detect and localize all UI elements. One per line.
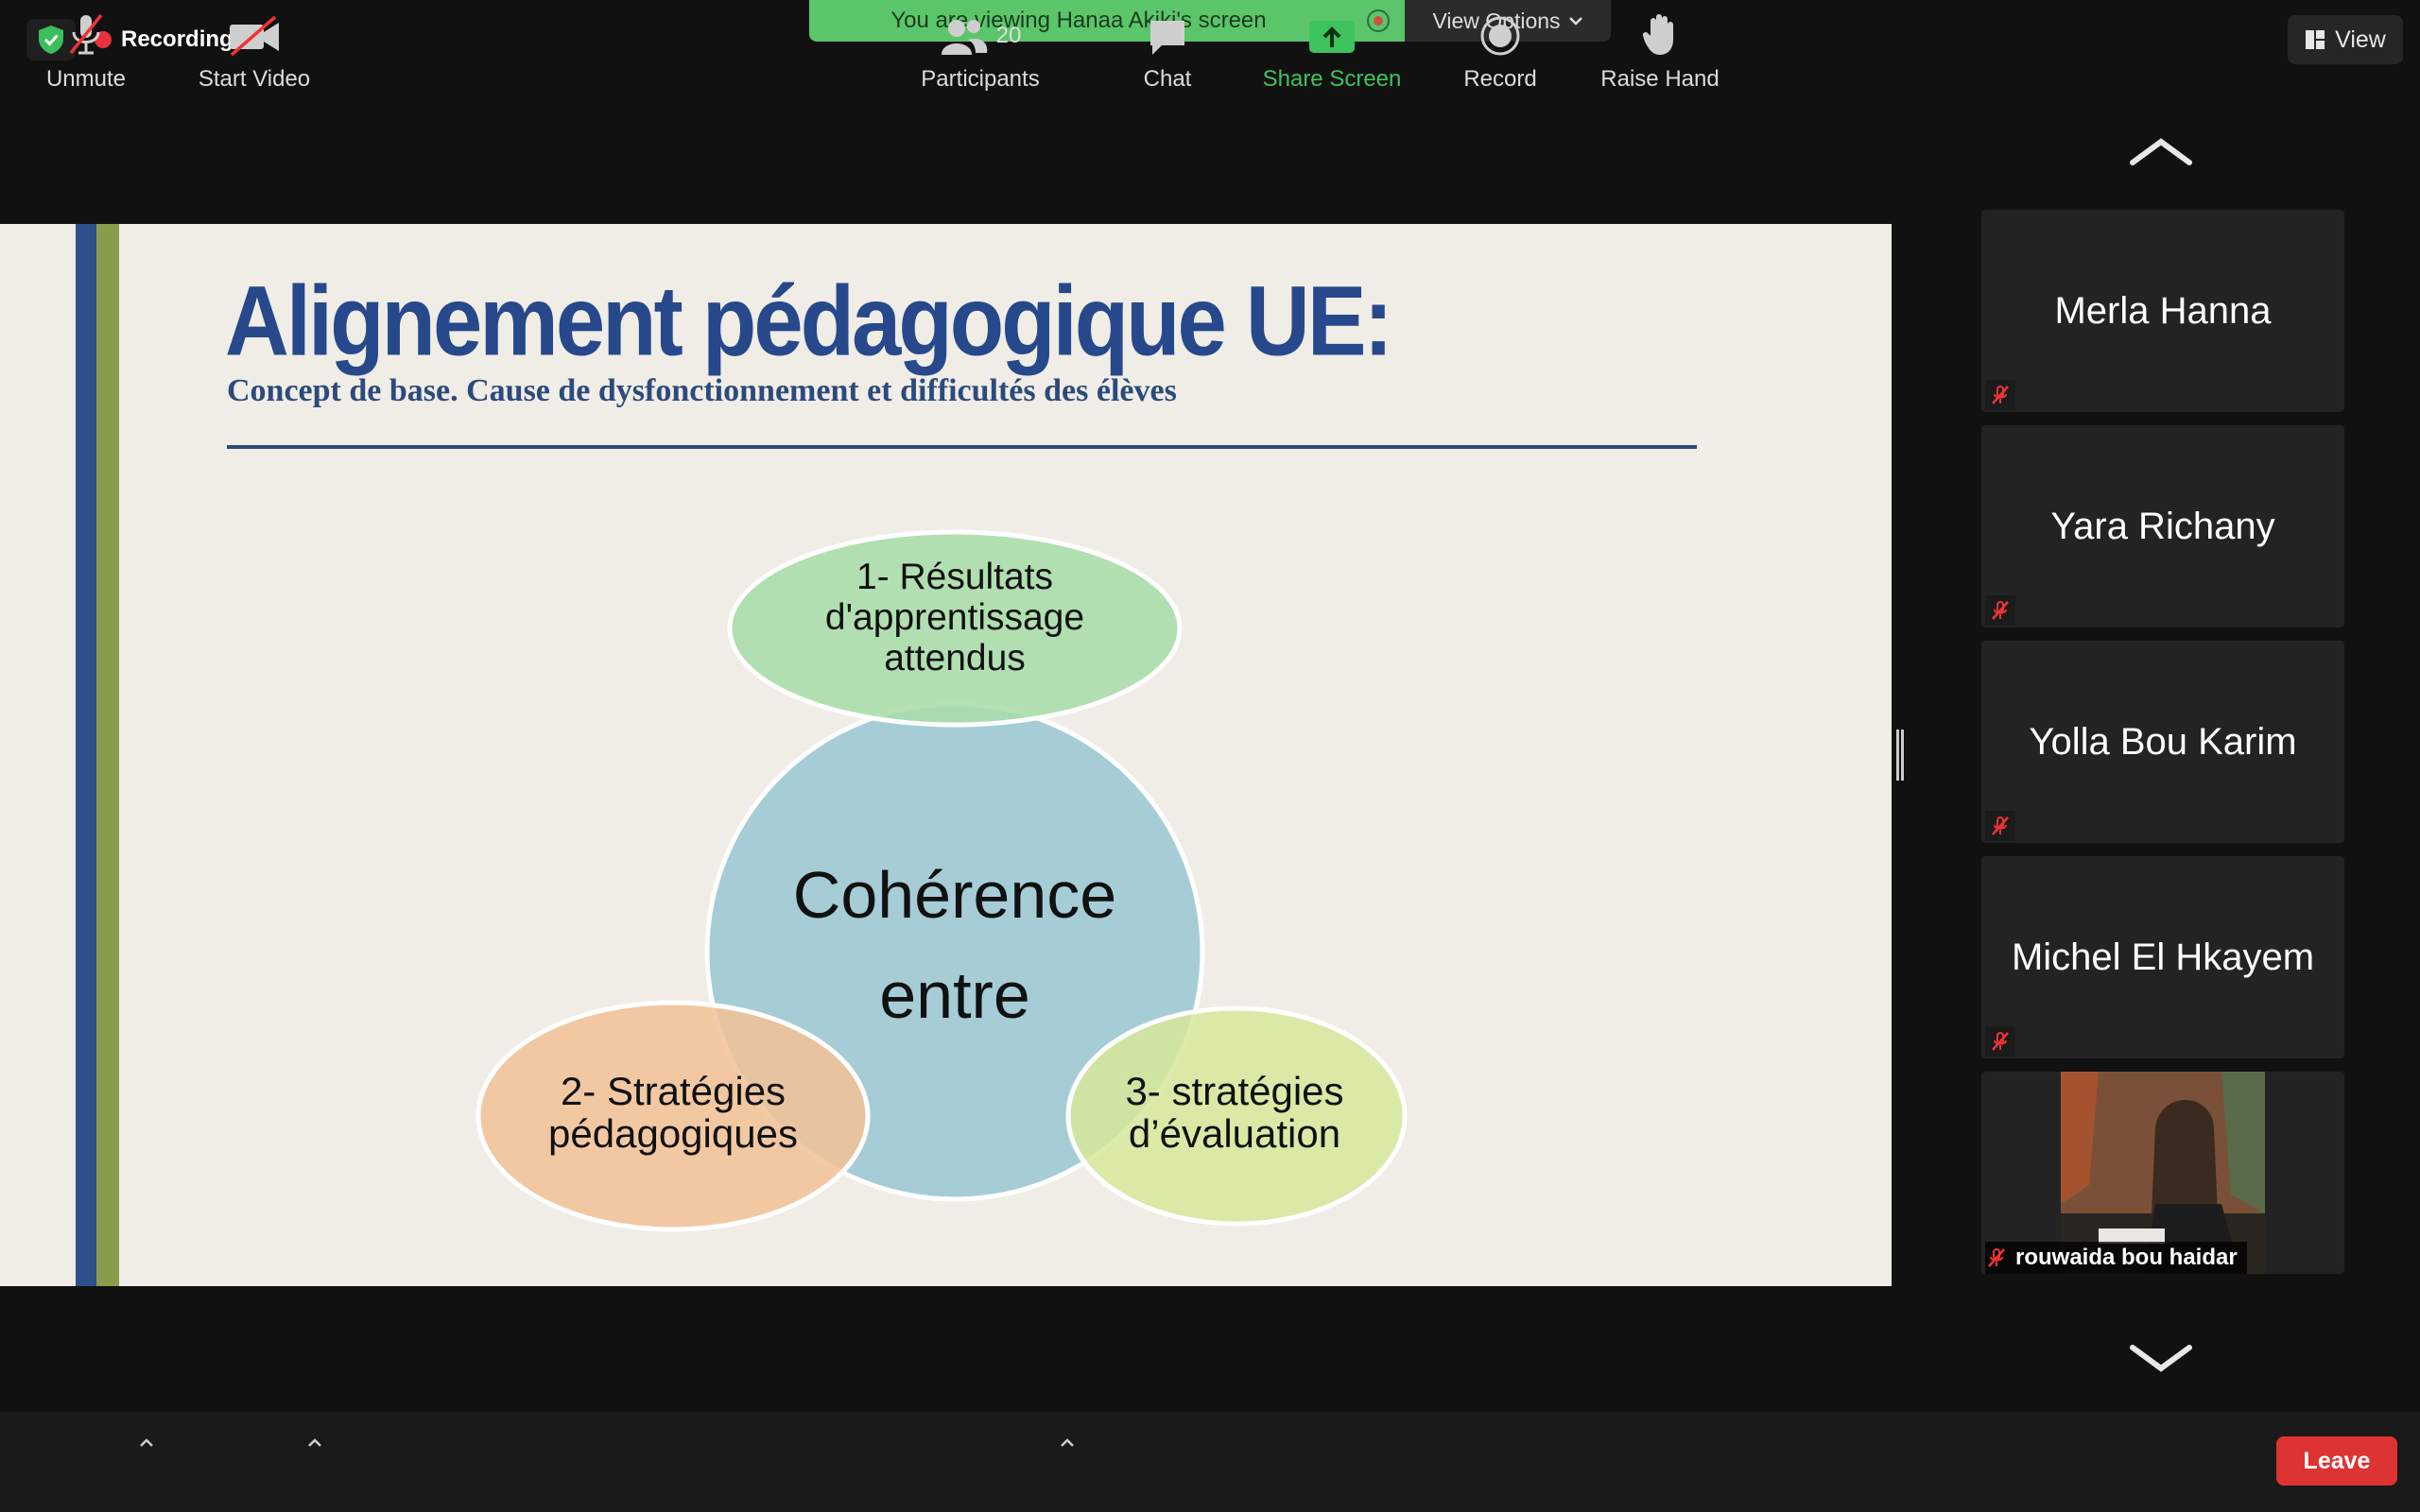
record-icon xyxy=(1480,16,1520,56)
people-icon xyxy=(941,20,987,55)
chevron-up-icon[interactable] xyxy=(304,1433,325,1453)
view-label: View xyxy=(2335,26,2386,53)
record-label: Record xyxy=(1463,66,1537,92)
scroll-down-arrow-icon[interactable] xyxy=(2127,1338,2195,1376)
participant-tile[interactable]: Yolla Bou Karim xyxy=(1981,641,2344,843)
diagram-center-line2: entre xyxy=(879,958,1030,1032)
participant-name: Michel El Hkayem xyxy=(2011,936,2315,978)
chat-bubble-icon xyxy=(1150,21,1184,55)
participants-count: 20 xyxy=(995,23,1022,48)
record-button[interactable]: Record xyxy=(1452,0,1548,100)
unmute-label: Unmute xyxy=(45,66,127,92)
participant-name-label: rouwaida bou haidar xyxy=(1985,1242,2247,1274)
meeting-toolbar xyxy=(0,1412,2420,1512)
microphone-muted-icon xyxy=(69,13,103,55)
diagram-item1-line1: 1- Résultats xyxy=(856,557,1053,597)
participant-tile-video[interactable]: rouwaida bou haidar xyxy=(1981,1072,2344,1274)
share-screen-button[interactable]: Share Screen xyxy=(1253,0,1410,100)
video-camera-off-icon xyxy=(230,15,279,57)
mic-muted-icon xyxy=(1985,1026,2015,1057)
participant-name: Merla Hanna xyxy=(2054,289,2272,332)
mic-muted-icon xyxy=(1988,1248,2005,1267)
share-screen-label: Share Screen xyxy=(1262,66,1402,92)
diagram-item3-line2: d’évaluation xyxy=(1129,1111,1340,1156)
start-video-button[interactable]: Start Video xyxy=(187,0,321,100)
mic-muted-icon xyxy=(1985,380,2015,410)
diagram-item3-line1: 3- stratégies xyxy=(1125,1069,1343,1113)
raise-hand-button[interactable]: Raise Hand xyxy=(1594,0,1726,100)
mic-muted-icon xyxy=(1985,595,2015,626)
unmute-button[interactable]: Unmute xyxy=(34,0,138,100)
raise-hand-icon xyxy=(1642,14,1673,55)
chat-label: Chat xyxy=(1143,66,1192,92)
shared-screen-slide: Alignement pédagogique UE: Concept de ba… xyxy=(0,224,1892,1286)
chat-button[interactable]: Chat xyxy=(1131,0,1204,100)
participants-label: Participants xyxy=(921,66,1040,92)
view-button[interactable]: View xyxy=(2288,15,2403,64)
chevron-up-icon[interactable] xyxy=(136,1433,157,1453)
mic-muted-icon xyxy=(1985,811,2015,841)
participant-tile[interactable]: Merla Hanna xyxy=(1981,210,2344,412)
diagram-center-line1: Cohérence xyxy=(793,858,1116,932)
participant-name: rouwaida bou haidar xyxy=(2015,1245,2238,1270)
layout-grid-icon xyxy=(2306,30,2325,49)
participant-name: Yara Richany xyxy=(2050,505,2275,547)
diagram-item2-line1: 2- Stratégies xyxy=(561,1069,786,1113)
diagram-item1-line2: d'apprentissage xyxy=(825,597,1084,638)
participants-button[interactable]: 20 Participants xyxy=(908,0,1053,100)
share-screen-icon xyxy=(1309,21,1355,53)
start-video-label: Start Video xyxy=(198,66,311,92)
participant-tile[interactable]: Michel El Hkayem xyxy=(1981,856,2344,1058)
scroll-up-arrow-icon[interactable] xyxy=(2127,132,2195,170)
coherence-diagram: Cohérence entre 1- Résultats d'apprentis… xyxy=(475,529,1408,1232)
diagram-item1-line3: attendus xyxy=(884,638,1026,679)
chevron-down-icon xyxy=(1568,17,1582,26)
participant-tile[interactable]: Yara Richany xyxy=(1981,425,2344,627)
panel-resize-handle[interactable] xyxy=(1896,730,1904,781)
chevron-up-icon[interactable] xyxy=(1057,1433,1078,1453)
raise-hand-label: Raise Hand xyxy=(1600,66,1720,92)
leave-button[interactable]: Leave xyxy=(2276,1436,2397,1486)
diagram-item2-line2: pédagogiques xyxy=(548,1111,798,1156)
participant-name: Yolla Bou Karim xyxy=(2029,720,2297,763)
